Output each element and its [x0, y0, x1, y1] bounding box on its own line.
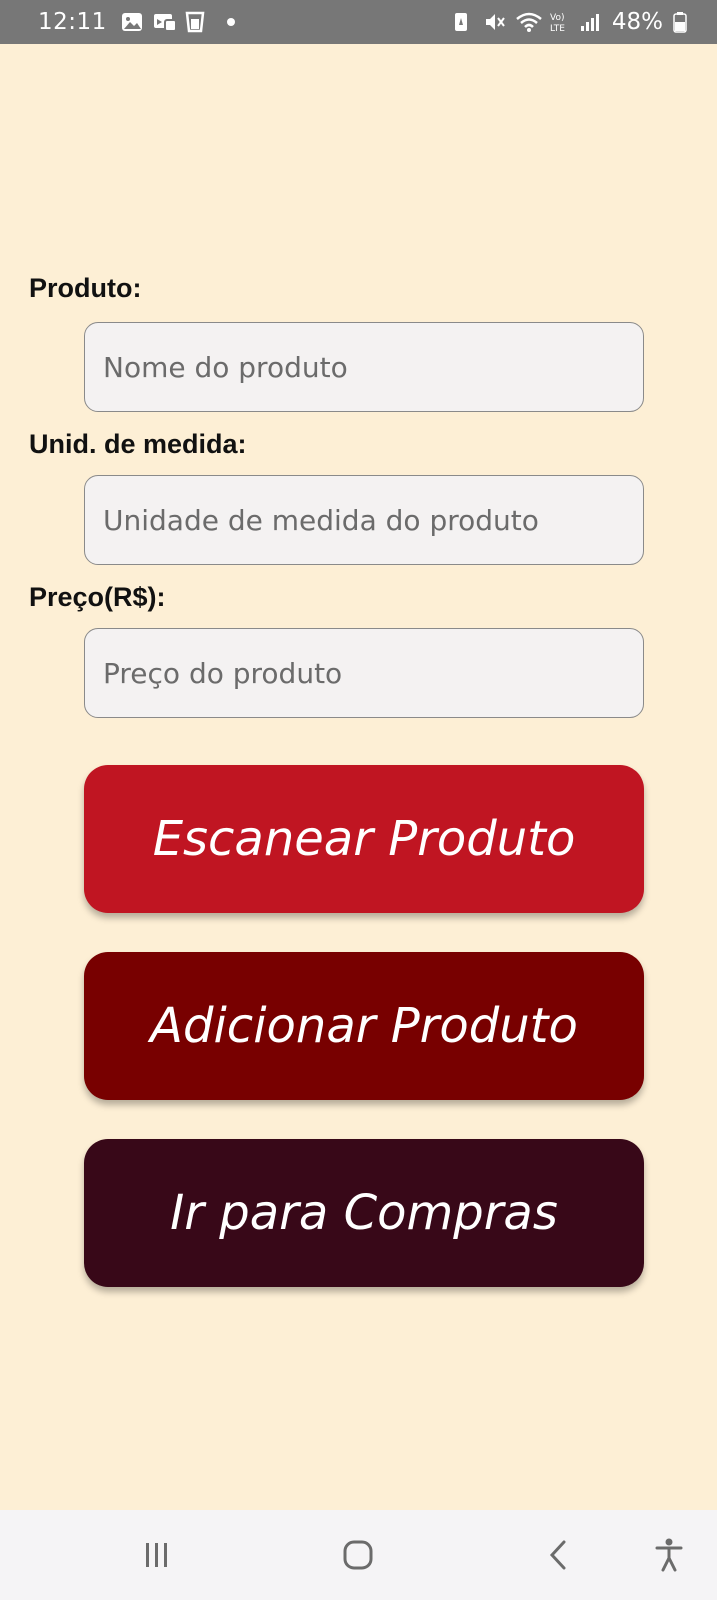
- wifi-icon: [516, 11, 542, 33]
- add-product-button[interactable]: Adicionar Produto: [84, 952, 644, 1100]
- status-time: 12:11: [38, 9, 107, 35]
- navigation-bar: [0, 1510, 717, 1600]
- home-icon[interactable]: [335, 1532, 381, 1578]
- add-product-label: Adicionar Produto: [150, 998, 578, 1054]
- battery-saver-icon: [452, 11, 474, 33]
- scan-product-label: Escanear Produto: [152, 811, 576, 867]
- price-label: Preço(R$):: [29, 582, 166, 612]
- battery-icon: [673, 11, 695, 33]
- svg-text:LTE: LTE: [550, 24, 565, 33]
- price-input[interactable]: [84, 628, 644, 718]
- go-to-shopping-button[interactable]: Ir para Compras: [84, 1139, 644, 1287]
- accessibility-icon[interactable]: [646, 1532, 692, 1578]
- scan-product-button[interactable]: Escanear Produto: [84, 765, 644, 913]
- status-bar: 12:11 Vo) LTE 48%: [0, 0, 717, 44]
- product-label: Produto:: [29, 273, 142, 303]
- unit-label: Unid. de medida:: [29, 429, 247, 459]
- product-name-input[interactable]: [84, 322, 644, 412]
- recent-apps-icon[interactable]: [134, 1532, 180, 1578]
- svg-text:Vo): Vo): [550, 13, 564, 23]
- unit-input[interactable]: [84, 475, 644, 565]
- battery-percentage: 48%: [611, 9, 663, 35]
- screen-mirror-icon: [153, 11, 177, 33]
- status-bar-right: Vo) LTE 48%: [452, 9, 695, 35]
- gallery-icon: [121, 11, 143, 33]
- volte-icon: Vo) LTE: [548, 11, 570, 34]
- cup-icon: [185, 11, 207, 33]
- signal-icon: [580, 11, 602, 33]
- go-to-shopping-label: Ir para Compras: [170, 1185, 558, 1241]
- notification-dot-icon: [226, 18, 235, 26]
- status-bar-left: 12:11: [38, 9, 235, 35]
- mute-icon: [484, 11, 506, 33]
- back-icon[interactable]: [536, 1532, 582, 1578]
